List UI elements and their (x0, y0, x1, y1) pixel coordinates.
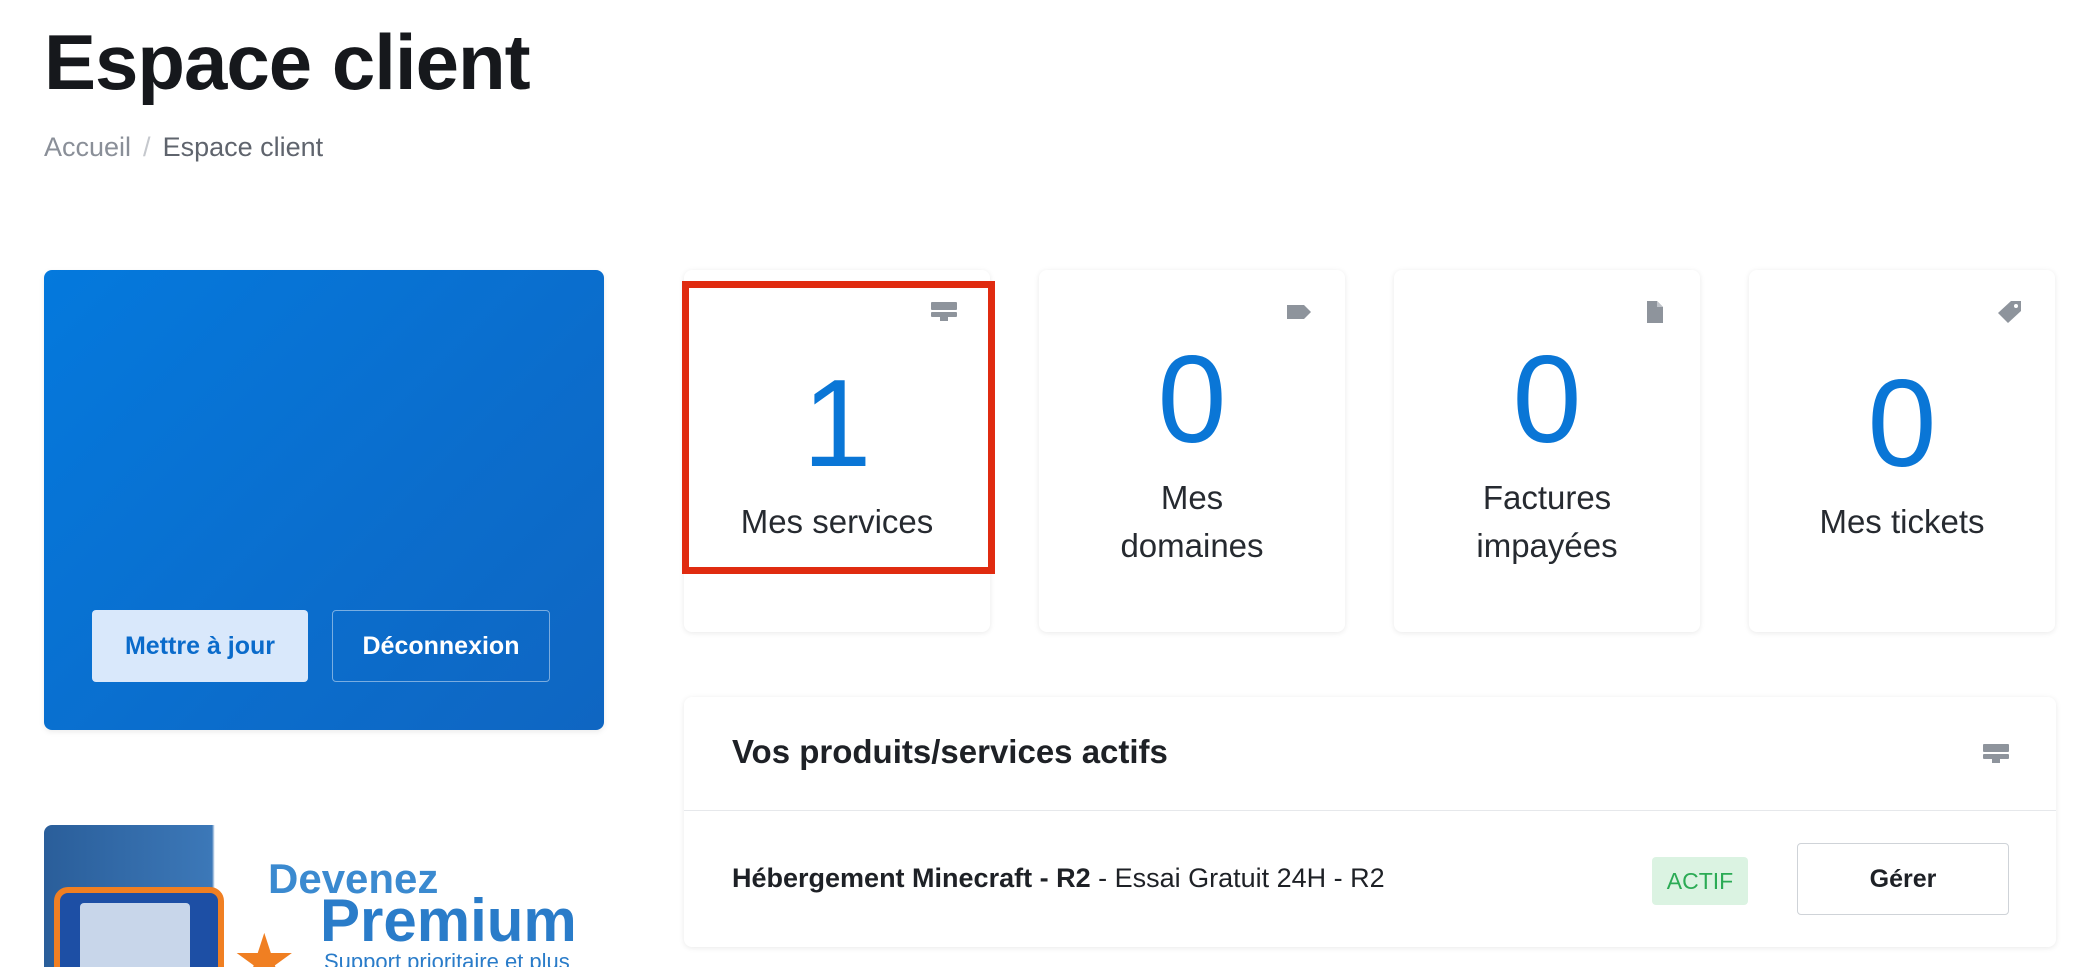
service-detail: - Essai Gratuit 24H - R2 (1090, 863, 1385, 893)
breadcrumb: Accueil / Espace client (44, 132, 323, 163)
stat-value-invoices: 0 (1512, 331, 1582, 469)
manage-service-button[interactable]: Gérer (1797, 843, 2009, 915)
breadcrumb-separator: / (143, 132, 151, 162)
server-icon (931, 302, 957, 321)
stat-value-tickets: 0 (1867, 355, 1937, 493)
promo-line-3: Support prioritaire et plus (324, 949, 570, 967)
status-badge: ACTIF (1652, 857, 1748, 905)
premium-promo-banner[interactable]: ★ Devenez Premium Support prioritaire et… (44, 825, 604, 967)
update-profile-button[interactable]: Mettre à jour (92, 610, 308, 682)
stat-card-domains[interactable]: 0 Mes domaines (1039, 270, 1345, 632)
stat-value-domains: 0 (1157, 331, 1227, 469)
service-row[interactable]: Hébergement Minecraft - R2 - Essai Gratu… (684, 811, 2056, 947)
stat-value-services: 1 (802, 355, 872, 493)
logout-button[interactable]: Déconnexion (332, 610, 550, 682)
stat-label-invoices: Factures impayées (1476, 479, 1618, 564)
service-product: Hébergement Minecraft - R2 (732, 863, 1091, 893)
mascot-screen (80, 903, 190, 967)
ticket-icon (1998, 301, 2021, 323)
stat-label-tickets: Mes tickets (1819, 503, 1985, 540)
tag-icon (1287, 305, 1311, 319)
stat-card-services[interactable]: 1 Mes services (684, 270, 990, 632)
page-title: Espace client (44, 18, 531, 106)
profile-card: Mettre à jour Déconnexion (44, 270, 604, 730)
document-icon (1647, 301, 1663, 323)
breadcrumb-current: Espace client (162, 132, 324, 162)
stat-label-domains: Mes domaines (1120, 479, 1264, 564)
promo-line-2: Premium (320, 887, 577, 954)
server-icon (1983, 744, 2009, 763)
services-panel-header: Vos produits/services actifs (684, 697, 2056, 811)
services-panel-title: Vos produits/services actifs (732, 733, 1168, 770)
stat-label-services: Mes services (740, 503, 934, 540)
star-icon: ★ (232, 921, 297, 967)
stat-card-tickets[interactable]: 0 Mes tickets (1749, 270, 2055, 632)
active-services-panel: Vos produits/services actifs Hébergement… (684, 697, 2056, 947)
stat-card-invoices[interactable]: 0 Factures impayées (1394, 270, 1700, 632)
breadcrumb-home-link[interactable]: Accueil (44, 132, 131, 163)
service-name: Hébergement Minecraft - R2 - Essai Gratu… (732, 863, 1385, 894)
